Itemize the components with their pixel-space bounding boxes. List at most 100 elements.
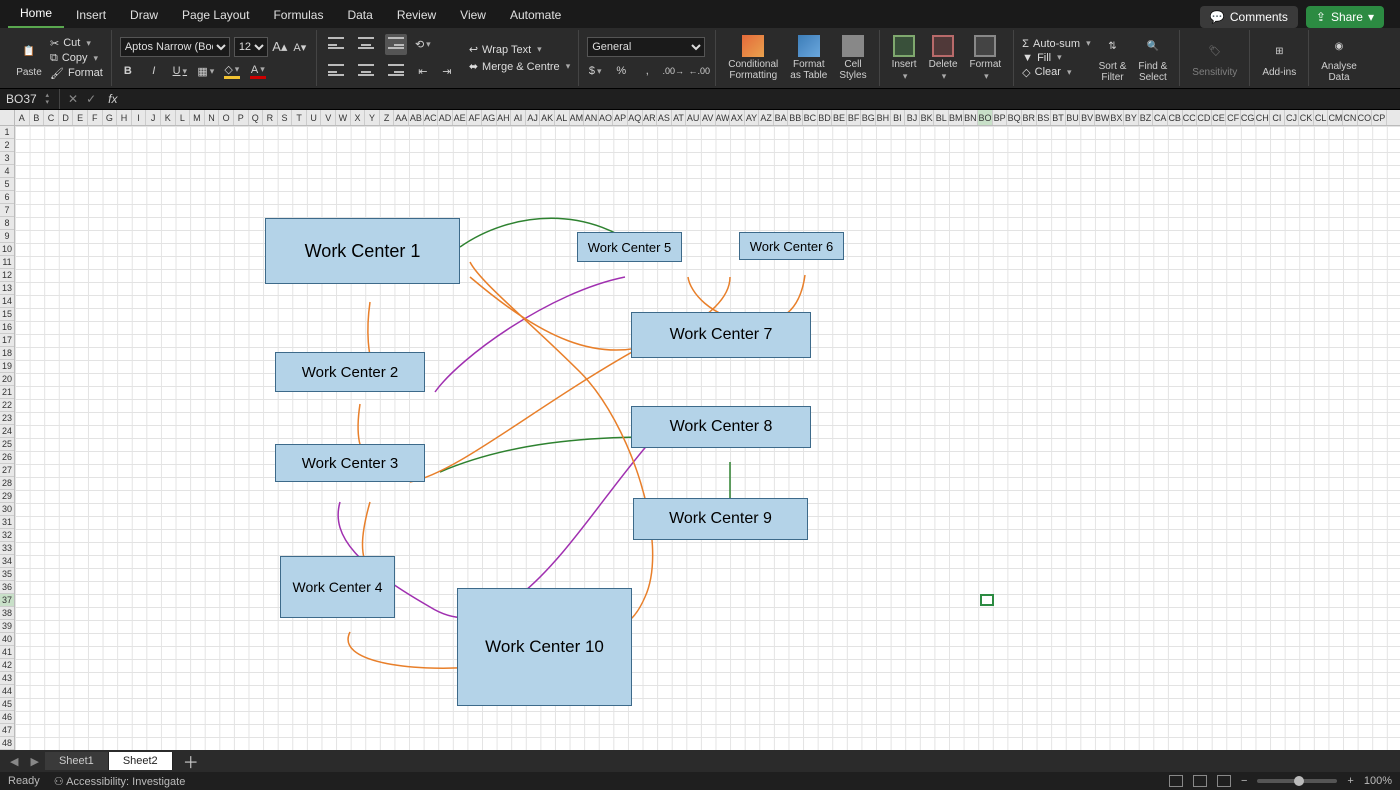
font-select[interactable]: Aptos Narrow (Bod… xyxy=(120,37,230,57)
font-size-select[interactable]: 12 xyxy=(234,37,268,57)
decrease-font-icon[interactable]: A▾ xyxy=(292,39,308,55)
format-cells-button[interactable]: Format xyxy=(966,33,1006,84)
format-painter-button[interactable]: 🖌Format xyxy=(50,67,103,80)
align-middle[interactable] xyxy=(355,34,377,55)
currency-button[interactable]: $ xyxy=(587,63,603,79)
decrease-decimal[interactable]: ←.00 xyxy=(691,63,707,79)
enter-icon[interactable]: ✓ xyxy=(86,92,96,106)
shape-wc4[interactable]: Work Center 4 xyxy=(280,556,395,618)
bold-button[interactable]: B xyxy=(120,63,136,79)
worksheet[interactable]: ABCDEFGHIJKLMNOPQRSTUVWXYZAAABACADAEAFAG… xyxy=(0,110,1400,750)
align-center[interactable] xyxy=(355,61,377,82)
status-bar: Ready ⚇ Accessibility: Investigate − + 1… xyxy=(0,772,1400,790)
increase-indent[interactable]: ⇥ xyxy=(439,64,455,80)
copy-button[interactable]: ⧉Copy xyxy=(50,52,103,65)
fill-button[interactable]: ▼Fill xyxy=(1022,52,1090,64)
merge-centre-button[interactable]: ⬌Merge & Centre xyxy=(469,60,570,73)
addins-button[interactable]: ⊞Add-ins xyxy=(1258,37,1300,80)
align-left[interactable] xyxy=(325,61,347,82)
wrap-text-button[interactable]: ↩Wrap Text xyxy=(469,43,570,56)
format-icon xyxy=(974,35,996,57)
tab-review[interactable]: Review xyxy=(385,2,448,28)
table-icon xyxy=(798,35,820,57)
select-all-corner[interactable] xyxy=(0,110,15,126)
autosum-button[interactable]: ΣAuto-sum xyxy=(1022,38,1090,50)
group-styles: Conditional Formatting Format as Table C… xyxy=(716,30,879,86)
comments-button[interactable]: 💬Comments xyxy=(1200,6,1298,28)
fill-color-button[interactable]: ◇ xyxy=(224,63,240,79)
delete-cells-button[interactable]: Delete xyxy=(925,33,962,84)
status-accessibility[interactable]: ⚇ Accessibility: Investigate xyxy=(54,775,186,788)
namebox-up[interactable]: ▴ xyxy=(45,92,49,99)
shape-wc1[interactable]: Work Center 1 xyxy=(265,218,460,284)
decrease-indent[interactable]: ⇤ xyxy=(415,64,431,80)
column-headers[interactable]: ABCDEFGHIJKLMNOPQRSTUVWXYZAAABACADAEAFAG… xyxy=(15,110,1400,126)
tab-insert[interactable]: Insert xyxy=(64,2,118,28)
view-normal-icon[interactable] xyxy=(1169,775,1183,787)
font-color-button[interactable]: A xyxy=(250,63,266,79)
cell-styles-icon xyxy=(842,35,864,57)
percent-button[interactable]: % xyxy=(613,63,629,79)
shape-wc7[interactable]: Work Center 7 xyxy=(631,312,811,358)
group-font: Aptos Narrow (Bod… 12 A▴ A▾ B I U ▦ ◇ A xyxy=(112,30,317,86)
zoom-slider[interactable] xyxy=(1257,779,1337,783)
underline-button[interactable]: U xyxy=(172,63,188,79)
cell-styles-button[interactable]: Cell Styles xyxy=(835,33,870,83)
sheet-nav-prev[interactable]: ◀ xyxy=(4,755,24,768)
tab-view[interactable]: View xyxy=(448,2,498,28)
clear-button[interactable]: ◇Clear xyxy=(1022,66,1090,79)
increase-decimal[interactable]: .00→ xyxy=(665,63,681,79)
zoom-in-button[interactable]: + xyxy=(1347,775,1353,787)
align-bottom[interactable] xyxy=(385,34,407,55)
tab-home[interactable]: Home xyxy=(8,0,64,28)
analyse-icon: ◉ xyxy=(1326,33,1352,59)
group-editing: ΣAuto-sum ▼Fill ◇Clear ⇅Sort & Filter 🔍F… xyxy=(1014,30,1180,86)
tab-draw[interactable]: Draw xyxy=(118,2,170,28)
view-page-layout-icon[interactable] xyxy=(1193,775,1207,787)
sort-filter-button[interactable]: ⇅Sort & Filter xyxy=(1095,31,1131,85)
brush-icon: 🖌 xyxy=(50,67,64,80)
shape-wc10[interactable]: Work Center 10 xyxy=(457,588,632,706)
zoom-level[interactable]: 100% xyxy=(1364,775,1392,787)
align-top[interactable] xyxy=(325,34,347,55)
shape-wc5[interactable]: Work Center 5 xyxy=(577,232,682,262)
group-analyse: ◉Analyse Data xyxy=(1309,30,1369,86)
sheet-tab-2[interactable]: Sheet2 xyxy=(109,752,173,770)
tab-data[interactable]: Data xyxy=(335,2,384,28)
shape-wc9[interactable]: Work Center 9 xyxy=(633,498,808,540)
row-headers[interactable]: 1234567891011121314151617181920212223242… xyxy=(0,126,15,750)
border-button[interactable]: ▦ xyxy=(198,63,214,79)
name-box[interactable]: BO37 ▴▾ xyxy=(0,89,60,109)
connectors xyxy=(30,142,1400,766)
italic-button[interactable]: I xyxy=(146,63,162,79)
tab-page-layout[interactable]: Page Layout xyxy=(170,2,261,28)
paste-button[interactable]: 📋 Paste xyxy=(12,37,46,80)
increase-font-icon[interactable]: A▴ xyxy=(272,39,288,55)
cell-grid[interactable]: Work Center 1 Work Center 2 Work Center … xyxy=(15,126,1400,750)
shape-wc6[interactable]: Work Center 6 xyxy=(739,232,844,260)
number-format-select[interactable]: General xyxy=(587,37,705,57)
sheet-tab-1[interactable]: Sheet1 xyxy=(45,752,109,770)
fx-icon[interactable]: fx xyxy=(108,92,117,106)
cell-cursor xyxy=(980,594,994,606)
share-button[interactable]: ⇪Share▾ xyxy=(1306,6,1384,28)
analyse-data-button[interactable]: ◉Analyse Data xyxy=(1317,31,1361,85)
insert-cells-button[interactable]: Insert xyxy=(888,33,921,84)
orientation-button[interactable]: ⟲ xyxy=(415,37,431,53)
view-page-break-icon[interactable] xyxy=(1217,775,1231,787)
find-select-button[interactable]: 🔍Find & Select xyxy=(1134,31,1171,85)
shape-wc8[interactable]: Work Center 8 xyxy=(631,406,811,448)
format-as-table-button[interactable]: Format as Table xyxy=(786,33,831,83)
align-right[interactable] xyxy=(385,61,407,82)
shape-wc2[interactable]: Work Center 2 xyxy=(275,352,425,392)
sheet-nav-next[interactable]: ▶ xyxy=(24,755,44,768)
cancel-icon[interactable]: ✕ xyxy=(68,92,78,106)
shape-wc3[interactable]: Work Center 3 xyxy=(275,444,425,482)
namebox-down[interactable]: ▾ xyxy=(45,99,49,106)
zoom-out-button[interactable]: − xyxy=(1241,775,1247,787)
tab-formulas[interactable]: Formulas xyxy=(261,2,335,28)
comma-button[interactable]: , xyxy=(639,63,655,79)
tab-automate[interactable]: Automate xyxy=(498,2,573,28)
conditional-formatting-button[interactable]: Conditional Formatting xyxy=(724,33,782,83)
cut-button[interactable]: ✂Cut xyxy=(50,37,103,50)
